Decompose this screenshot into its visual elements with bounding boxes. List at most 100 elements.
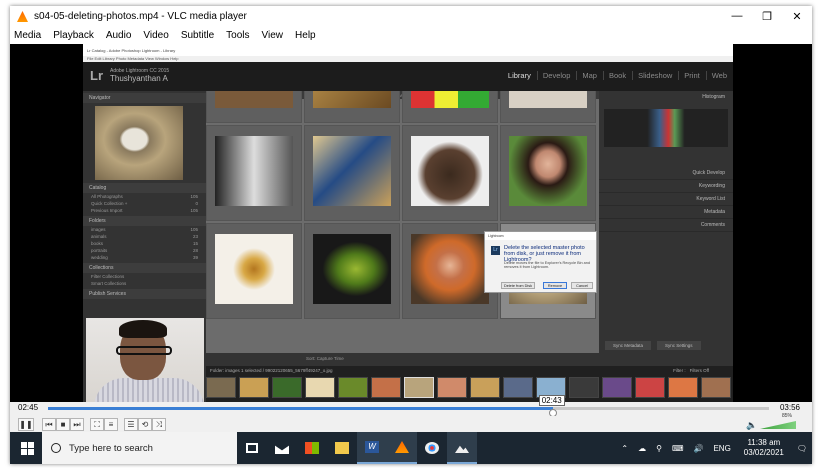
photos-icon[interactable]: [447, 432, 477, 464]
module-picker: Library Develop Map Book Slideshow Print…: [497, 71, 727, 80]
title-bar: s04-05-deleting-photos.mp4 - VLC media p…: [10, 6, 812, 27]
notification-icon[interactable]: 🗨: [797, 444, 807, 453]
lightroom-toolbar: Sort: Capture Time: [206, 353, 599, 366]
windows-logo-icon: [21, 442, 27, 448]
filmstrip-thumb: [239, 377, 269, 398]
start-button[interactable]: [10, 432, 42, 464]
network-icon[interactable]: ⚲: [656, 444, 662, 453]
dialog-title: Lightroom: [485, 232, 596, 240]
grid-cell: [402, 91, 498, 123]
metadata-header: Metadata: [599, 206, 733, 219]
filmstrip-filter-value: Filters Off: [689, 368, 709, 373]
menu-tools[interactable]: Tools: [222, 30, 257, 41]
navigator-preview: [95, 106, 183, 180]
lightroom-logo: Lr: [90, 68, 103, 83]
store-icon[interactable]: [297, 432, 327, 464]
playback-controls: ❚❚ ⏮ ■ ⏭ ⛶ ≡ ☰ ⟲ ⤨: [10, 416, 812, 432]
filmstrip-thumb: [470, 377, 500, 398]
seek-bar-area: 02:45 02:43 03:56: [10, 395, 812, 417]
menu-subtitle[interactable]: Subtitle: [177, 30, 222, 41]
module-develop: Develop: [536, 71, 570, 80]
people-icon[interactable]: ☁: [638, 444, 646, 453]
pause-button[interactable]: ❚❚: [18, 417, 34, 431]
comments-header: Comments: [599, 219, 733, 232]
paint-icon[interactable]: [417, 432, 447, 464]
lightroom-right-panel: Histogram Quick Develop Keywording Keywo…: [599, 91, 733, 402]
mail-icon[interactable]: [267, 432, 297, 464]
filmstrip-thumb: [701, 377, 731, 398]
clock[interactable]: 11:38 am 03/02/2021: [744, 438, 784, 458]
shuffle-button[interactable]: ⤨: [152, 417, 166, 431]
remove-button: Remove: [543, 282, 567, 289]
cancel-button: Cancel: [571, 282, 593, 289]
menu-help[interactable]: Help: [291, 30, 324, 41]
maximize-button[interactable]: ❐: [752, 10, 782, 23]
close-button[interactable]: ✕: [782, 10, 812, 23]
lightroom-app-icon: Lr: [491, 246, 500, 255]
webcam-overlay: [86, 318, 204, 402]
search-placeholder: Type here to search: [69, 442, 153, 454]
menu-view[interactable]: View: [258, 30, 292, 41]
filmstrip-thumb: [206, 377, 236, 398]
volume-control[interactable]: 🔈 85%: [746, 413, 798, 431]
menu-audio[interactable]: Audio: [102, 30, 140, 41]
filmstrip-thumb: [503, 377, 533, 398]
module-library: Library: [507, 71, 531, 80]
task-view-icon[interactable]: [237, 432, 267, 464]
grid-cell: [206, 223, 302, 319]
grid-cell: [206, 125, 302, 221]
grid-cell: [500, 125, 596, 221]
lightroom-window-title: Lr Catalog - Adobe Photoshop Lightroom -…: [83, 44, 733, 56]
word-icon[interactable]: W: [357, 432, 387, 464]
histogram-graph: [604, 109, 728, 147]
menu-bar: Media Playback Audio Video Subtitle Tool…: [10, 27, 812, 44]
catalog-header: Catalog: [83, 183, 206, 193]
volume-slider[interactable]: [760, 421, 796, 429]
grid-cell: [500, 91, 596, 123]
playlist-button[interactable]: ☰: [124, 417, 138, 431]
taskbar-search[interactable]: Type here to search: [42, 432, 237, 464]
time-elapsed: 02:45: [18, 403, 39, 412]
time-total: 03:56: [779, 403, 800, 412]
keyboard-icon[interactable]: ⌨: [672, 444, 684, 453]
vlc-taskbar-icon[interactable]: [387, 432, 417, 464]
module-map: Map: [576, 71, 597, 80]
menu-video[interactable]: Video: [139, 30, 176, 41]
module-book: Book: [602, 71, 626, 80]
chevron-up-icon[interactable]: ⌃: [621, 444, 628, 453]
fullscreen-button[interactable]: ⛶: [90, 417, 104, 431]
speaker-icon[interactable]: 🔈: [746, 420, 757, 431]
collection-item: Smart Collections: [91, 281, 127, 286]
minimize-button[interactable]: —: [722, 10, 752, 23]
menu-media[interactable]: Media: [10, 30, 49, 41]
volume-tray-icon[interactable]: 🔊: [693, 444, 703, 453]
lightroom-identity-plate: Lr Adobe Lightroom CC 2015 Thushyanthan …: [83, 62, 733, 91]
filmstrip-info: Folder: images 1 selected / 99022120655_…: [210, 368, 333, 373]
folder-item: wedding 39: [91, 255, 198, 260]
video-area[interactable]: Lr Catalog - Adobe Photoshop Lightroom -…: [10, 44, 812, 402]
dialog-subtext: Delete moves the file to Explorer's Recy…: [504, 261, 590, 269]
histogram-header: Histogram: [702, 94, 725, 100]
module-web: Web: [705, 71, 727, 80]
filmstrip-thumb: [635, 377, 665, 398]
lightroom-user: Thushyanthan A: [110, 74, 168, 83]
extended-settings-button[interactable]: ≡: [104, 417, 118, 431]
next-button[interactable]: ⏭: [70, 417, 84, 431]
seek-slider[interactable]: 02:43: [48, 395, 769, 417]
menu-playback[interactable]: Playback: [49, 30, 102, 41]
file-explorer-icon[interactable]: [327, 432, 357, 464]
vlc-cone-icon: [17, 11, 28, 22]
previous-button[interactable]: ⏮: [42, 417, 56, 431]
filmstrip-thumb: [305, 377, 335, 398]
catalog-item: All Photographs 105: [91, 194, 198, 199]
sync-metadata-button: Sync Metadata: [605, 341, 652, 350]
folder-item: books 15: [91, 241, 198, 246]
loop-button[interactable]: ⟲: [138, 417, 152, 431]
language-indicator[interactable]: ENG: [713, 444, 730, 453]
stop-button[interactable]: ■: [56, 417, 70, 431]
filmstrip-filter-label: Filter :: [673, 368, 686, 373]
keywording-header: Keywording: [599, 180, 733, 193]
filmstrip-thumb: [668, 377, 698, 398]
publish-header: Publish Services: [83, 289, 206, 299]
module-slideshow: Slideshow: [632, 71, 672, 80]
